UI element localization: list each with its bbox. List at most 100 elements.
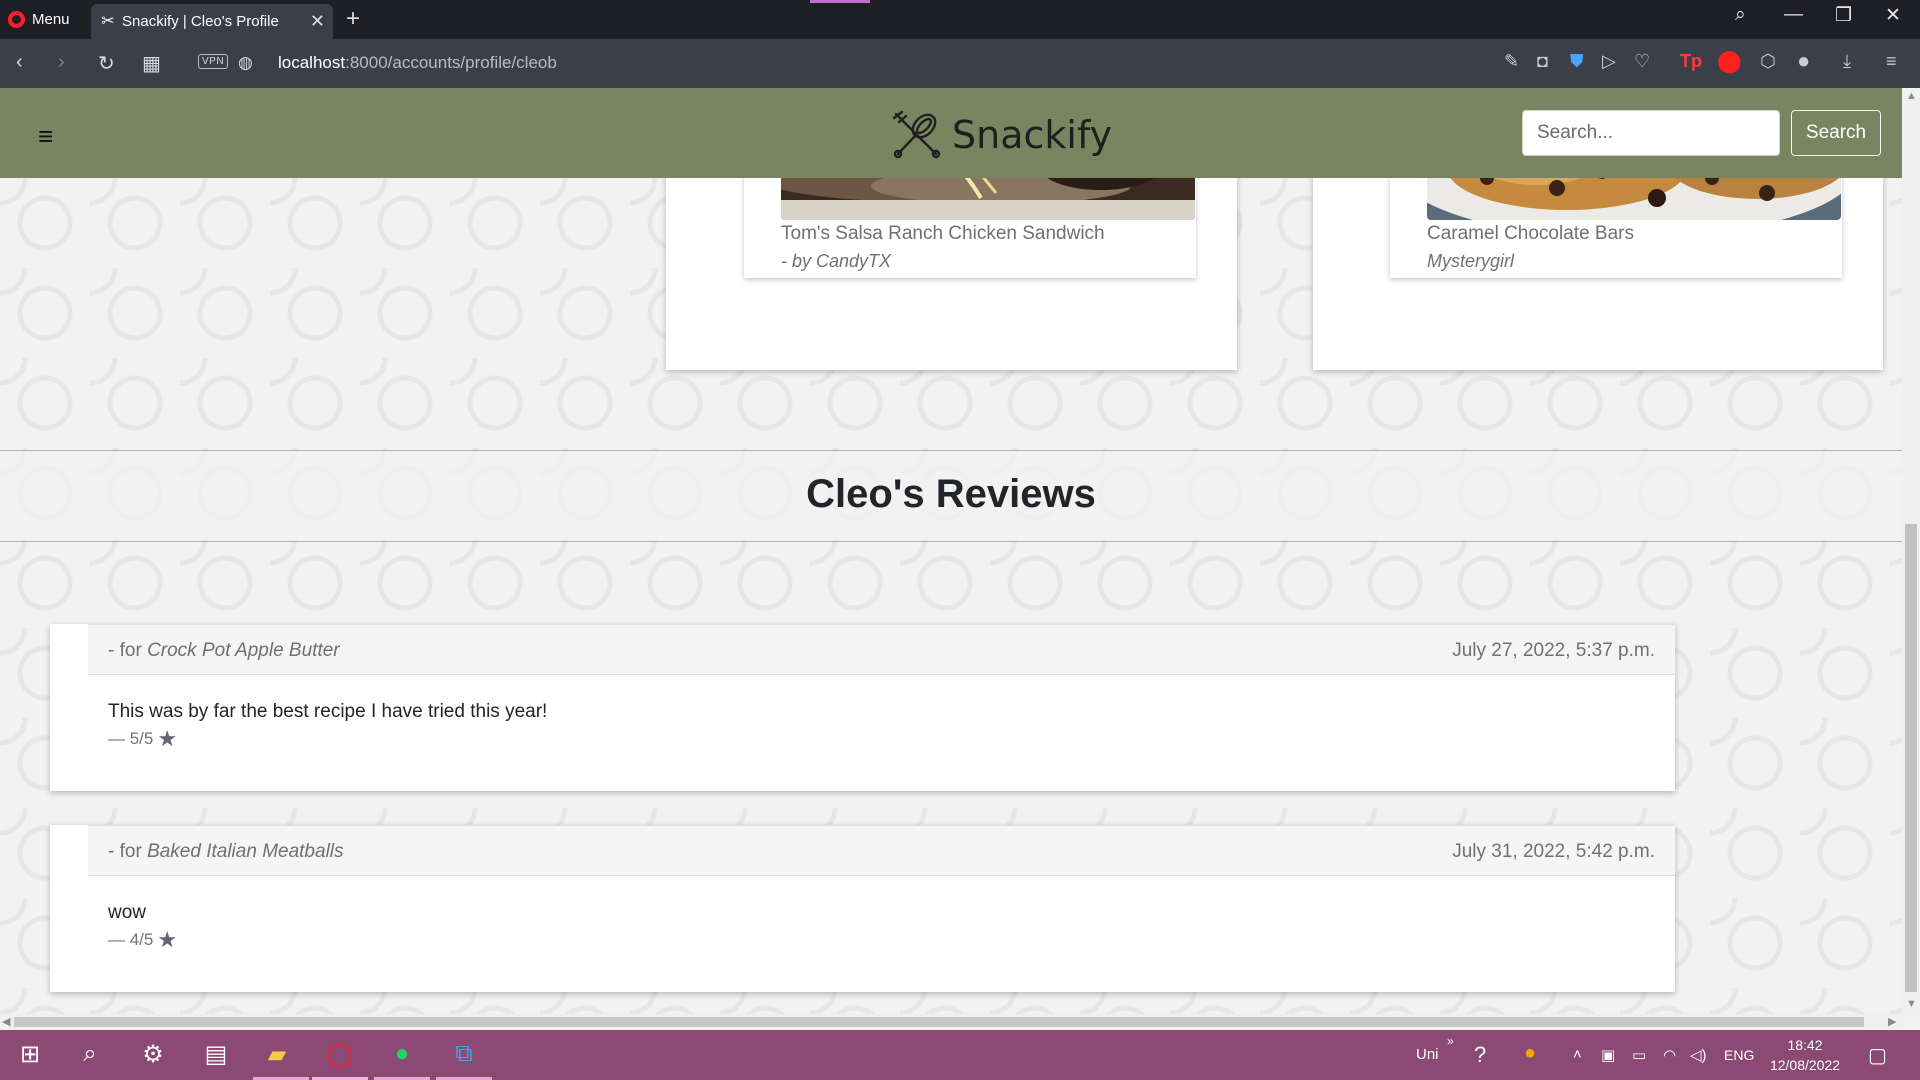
review-header: - for Crock Pot Apple Butter July 27, 20… xyxy=(88,624,1675,675)
network-icon[interactable]: ◠ xyxy=(1663,1046,1676,1064)
notifications-icon[interactable]: ▢ xyxy=(1868,1043,1887,1068)
tray-device-icon[interactable]: ▣ xyxy=(1601,1046,1615,1064)
review-recipe-link[interactable]: Baked Italian Meatballs xyxy=(147,841,343,862)
recipe-image[interactable] xyxy=(1427,178,1841,220)
restore-icon[interactable]: ❐ xyxy=(1835,4,1852,27)
tray-orange-icon[interactable]: ● xyxy=(1524,1042,1536,1065)
review-recipe-ref: - for Crock Pot Apple Butter xyxy=(108,640,340,662)
caramel-bars-photo xyxy=(1427,178,1841,220)
review-text: wow xyxy=(108,902,147,923)
review-rating: — 4/5 ★ xyxy=(108,929,177,951)
recipe-image[interactable] xyxy=(781,178,1195,220)
tp-extension-icon[interactable]: Tp xyxy=(1680,51,1702,72)
review-date: July 27, 2022, 5:37 p.m. xyxy=(1452,640,1655,661)
volume-icon[interactable]: ◁) xyxy=(1690,1046,1707,1064)
language-indicator[interactable]: ENG xyxy=(1724,1047,1754,1063)
tabs-grid-icon[interactable]: ▦ xyxy=(142,51,161,76)
review-rating-value: — 4/5 xyxy=(108,930,154,949)
recipe-title[interactable]: Caramel Chocolate Bars xyxy=(1427,223,1634,245)
adblock-icon[interactable]: ⬤ xyxy=(1717,48,1742,74)
scroll-left-icon[interactable]: ◀ xyxy=(2,1015,10,1028)
windows-start-icon[interactable]: ⊞ xyxy=(10,1040,50,1069)
remote-desktop-icon[interactable]: ▤ xyxy=(196,1040,236,1069)
back-icon[interactable]: ‹ xyxy=(16,51,23,74)
new-tab-icon[interactable]: + xyxy=(346,5,360,33)
scroll-up-icon[interactable]: ▲ xyxy=(1906,90,1917,102)
scroll-down-icon[interactable]: ▼ xyxy=(1906,998,1917,1010)
recipe-card[interactable]: Tom's Salsa Ranch Chicken Sandwich - by … xyxy=(744,178,1196,278)
camera-icon[interactable]: ◘ xyxy=(1537,51,1548,72)
review-for-prefix: - for xyxy=(108,841,148,862)
vertical-scroll-thumb[interactable] xyxy=(1905,524,1917,992)
taskbar-clock[interactable]: 18:42 12/08/2022 xyxy=(1766,1035,1844,1075)
snapshot-edit-icon[interactable]: ✎ xyxy=(1504,51,1519,72)
recipe-author: - by CandyTX xyxy=(781,251,892,271)
opera-browser-icon[interactable]: ◯ xyxy=(320,1040,360,1069)
show-hidden-icons-icon[interactable]: ˄ xyxy=(1573,1046,1582,1063)
clock-time: 18:42 xyxy=(1787,1037,1823,1053)
url-host: localhost xyxy=(278,53,346,72)
review-rating-value: — 5/5 xyxy=(108,729,154,748)
review-for-prefix: - for xyxy=(108,640,148,661)
review-header: - for Baked Italian Meatballs July 31, 2… xyxy=(88,825,1675,876)
recipe-title[interactable]: Tom's Salsa Ranch Chicken Sandwich xyxy=(781,223,1105,245)
os-taskbar: ⊞ ⌕ ⚙ ▤ ▰ ◯ ● ⧉ Uni » ? ● ˄ ▣ ▭ ◠ ◁) ENG… xyxy=(0,1030,1920,1080)
tab-title: Snackify | Cleo's Profile xyxy=(122,13,279,30)
taskbar-search-icon[interactable]: ⌕ xyxy=(70,1040,110,1068)
star-icon: ★ xyxy=(157,726,178,751)
horizontal-scroll-thumb[interactable] xyxy=(14,1017,1864,1027)
easy-setup-icon[interactable]: ≡ xyxy=(1886,51,1897,72)
brand-name: Snackify xyxy=(952,113,1113,157)
settings-gear-icon[interactable]: ⚙ xyxy=(133,1040,173,1069)
reviews-section-title: Cleo's Reviews xyxy=(806,472,1096,516)
forward-icon[interactable]: › xyxy=(58,51,65,74)
review-card: - for Crock Pot Apple Butter July 27, 20… xyxy=(50,624,1675,791)
profile-avatar-icon[interactable]: ● xyxy=(1797,48,1810,74)
recipe-column-panel: Caramel Chocolate Bars Mysterygirl xyxy=(1313,178,1883,370)
file-explorer-icon[interactable]: ▰ xyxy=(257,1040,297,1069)
site-search-button[interactable]: Search xyxy=(1791,110,1881,156)
review-recipe-link[interactable]: Crock Pot Apple Butter xyxy=(147,640,340,661)
site-search-input[interactable] xyxy=(1522,110,1780,156)
battery-icon[interactable]: ▭ xyxy=(1632,1046,1646,1064)
clock-date: 12/08/2022 xyxy=(1769,1057,1841,1073)
vertical-scrollbar[interactable]: ▲ ▼ xyxy=(1902,88,1920,1014)
snackify-favicon-icon: ✂ xyxy=(101,12,115,30)
recipe-column-panel: Tom's Salsa Ranch Chicken Sandwich - by … xyxy=(666,178,1237,370)
help-icon[interactable]: ? xyxy=(1474,1042,1486,1068)
site-navbar: ≡ Snackify Search xyxy=(0,88,1902,178)
review-text: This was by far the best recipe I have t… xyxy=(108,701,548,722)
vscode-icon[interactable]: ⧉ xyxy=(444,1040,484,1068)
browser-tab-bar: Menu ✂ Snackify | Cleo's Profile ✕ + ⌕ —… xyxy=(0,0,1920,39)
minimize-icon[interactable]: — xyxy=(1784,4,1803,26)
hamburger-menu-icon[interactable]: ≡ xyxy=(38,121,53,152)
horizontal-scrollbar[interactable]: ◀ ▶ xyxy=(0,1014,1902,1030)
tab-close-icon[interactable]: ✕ xyxy=(310,11,325,32)
tray-more-icon[interactable]: » xyxy=(1447,1034,1454,1048)
spotify-icon[interactable]: ● xyxy=(382,1040,422,1068)
reload-icon[interactable]: ↻ xyxy=(98,51,115,76)
opera-logo-icon xyxy=(8,11,25,28)
heart-icon[interactable]: ♡ xyxy=(1634,51,1650,72)
review-card: - for Baked Italian Meatballs July 31, 2… xyxy=(50,825,1675,992)
star-icon: ★ xyxy=(157,927,178,952)
browser-search-icon[interactable]: ⌕ xyxy=(1735,4,1746,26)
brand-link[interactable]: Snackify xyxy=(890,108,1112,162)
shield-check-icon[interactable]: ⛊ xyxy=(1570,51,1584,72)
url-field[interactable]: localhost:8000/accounts/profile/cleob xyxy=(278,53,557,73)
tab-bar-accent xyxy=(810,0,870,3)
download-icon[interactable]: ⤓ xyxy=(1843,51,1851,72)
scroll-right-icon[interactable]: ▶ xyxy=(1888,1015,1896,1028)
recipe-card[interactable]: Caramel Chocolate Bars Mysterygirl xyxy=(1390,178,1842,278)
globe-icon[interactable]: ◍ xyxy=(238,53,253,73)
close-window-icon[interactable]: ✕ xyxy=(1885,4,1901,27)
url-path: :8000/accounts/profile/cleob xyxy=(345,53,557,72)
opera-menu-button[interactable]: Menu xyxy=(8,6,70,33)
vpn-badge[interactable]: VPN xyxy=(198,54,229,69)
cube-icon[interactable]: ⬡ xyxy=(1760,51,1776,72)
recipe-author: Mysterygirl xyxy=(1427,251,1515,271)
tray-app-label[interactable]: Uni xyxy=(1416,1046,1439,1063)
send-icon[interactable]: ▷ xyxy=(1602,51,1616,72)
review-date: July 31, 2022, 5:42 p.m. xyxy=(1452,841,1655,862)
browser-tab-active[interactable]: ✂ Snackify | Cleo's Profile ✕ xyxy=(91,4,333,39)
